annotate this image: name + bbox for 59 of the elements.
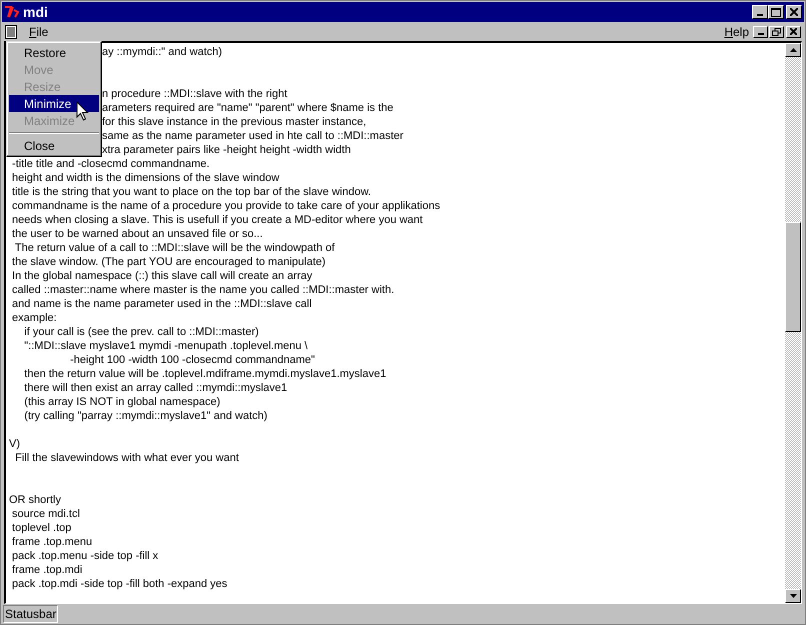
text-line: called ::master::name where master is the name you called ::MDI::master with. bbox=[11, 284, 394, 296]
close-icon bbox=[790, 28, 797, 35]
close-icon bbox=[790, 8, 798, 16]
menu-item[interactable]: File bbox=[27, 26, 50, 38]
text-line: n procedure ::MDI::slave with the right bbox=[102, 88, 288, 100]
text-line: frame .top.menu bbox=[11, 536, 92, 548]
window-title: mdi bbox=[23, 5, 48, 19]
scroll-up-icon bbox=[790, 48, 796, 52]
restore-button[interactable] bbox=[769, 26, 784, 38]
close-button[interactable] bbox=[786, 26, 801, 38]
menu-item[interactable]: Help bbox=[722, 26, 751, 38]
text-line: arameters required are "name" "parent" where $name is the bbox=[102, 102, 394, 114]
text-line: Fill the slavewindows with what ever you want bbox=[14, 452, 239, 464]
scrollbar[interactable] bbox=[785, 43, 801, 603]
close-button[interactable] bbox=[786, 5, 802, 19]
text-line: frame .top.mdi bbox=[11, 564, 82, 576]
text-line: xtra parameter pairs like -height height -width width bbox=[102, 144, 351, 156]
status-bar-text: Statusbar bbox=[3, 605, 58, 623]
menu-item[interactable]: Minimize bbox=[9, 95, 99, 112]
text-line: In the global namespace (::) this slave call will create an array bbox=[11, 270, 312, 282]
text-line: OR shortly bbox=[9, 494, 61, 506]
text-line: The return value of a call to ::MDI::slave will be the windowpath of bbox=[14, 242, 335, 254]
text-line: same as the name parameter used in hte call to ::MDI::master bbox=[102, 130, 404, 142]
text-line: the user to be warned about an unsaved file or so... bbox=[11, 228, 263, 240]
text-line: title is the string that you want to place on the top bar of the slave window. bbox=[11, 186, 371, 198]
text-line: "::MDI::slave myslave1 mymdi -menupath .toplevel.menu \ bbox=[23, 340, 308, 352]
text-line: -height 100 -width 100 -closecmd commandname" bbox=[69, 354, 315, 366]
text-line: ay ::mymdi::" and watch) bbox=[102, 46, 222, 58]
menu-item[interactable]: Restore bbox=[9, 44, 99, 61]
restore-icon bbox=[772, 28, 781, 36]
text-line: height and width is the dimensions of the slave window bbox=[11, 172, 280, 184]
text-line: the slave window. (The part YOU are encouraged to manipulate) bbox=[11, 256, 326, 268]
menu-item[interactable]: Close bbox=[9, 137, 99, 154]
scroll-down-icon bbox=[790, 594, 796, 598]
text-line: there will then exist an array called ::mymdi::myslave1 bbox=[23, 382, 288, 394]
maximize-button[interactable] bbox=[768, 5, 784, 19]
scroll-up-button[interactable] bbox=[785, 43, 801, 57]
minimize-button[interactable] bbox=[752, 5, 768, 19]
text-line: for this slave instance in the previous master instance, bbox=[102, 116, 366, 128]
text-line: source mdi.tcl bbox=[11, 508, 80, 520]
text-line: and name is the name parameter used in the ::MDI::slave call bbox=[11, 298, 312, 310]
text-line: toplevel .top bbox=[11, 522, 72, 534]
text-line: if your call is (see the prev. call to ::MDI::master) bbox=[23, 326, 259, 338]
document-icon[interactable] bbox=[5, 24, 17, 38]
minimize-button[interactable] bbox=[753, 26, 768, 38]
text-line: pack .top.menu -side top -fill x bbox=[11, 550, 158, 562]
text-line: (this array IS NOT in global namespace) bbox=[23, 396, 220, 408]
scroll-down-button[interactable] bbox=[785, 589, 801, 603]
maximize-icon bbox=[771, 8, 781, 16]
mouse-pointer-icon bbox=[76, 101, 89, 121]
text-line: needs when closing a slave. This is usefull if you create a MD-editor where you want bbox=[11, 214, 423, 226]
text-line: V) bbox=[9, 438, 20, 450]
text-line: pack .top.mdi -side top -fill both -expand yes bbox=[11, 578, 228, 590]
text-line: then the return value will be .toplevel.mdiframe.mymdi.myslave1.myslave1 bbox=[23, 368, 386, 380]
text-line: commandname is the name of a procedure you provide to take care of your applikations bbox=[11, 200, 440, 212]
text-line: (try calling "parray ::mymdi::myslave1" and watch) bbox=[23, 410, 268, 422]
scrollbar-thumb[interactable] bbox=[785, 222, 801, 332]
text-line: -title title and -closecmd commandname. bbox=[11, 158, 210, 170]
text-line: example: bbox=[11, 312, 57, 324]
